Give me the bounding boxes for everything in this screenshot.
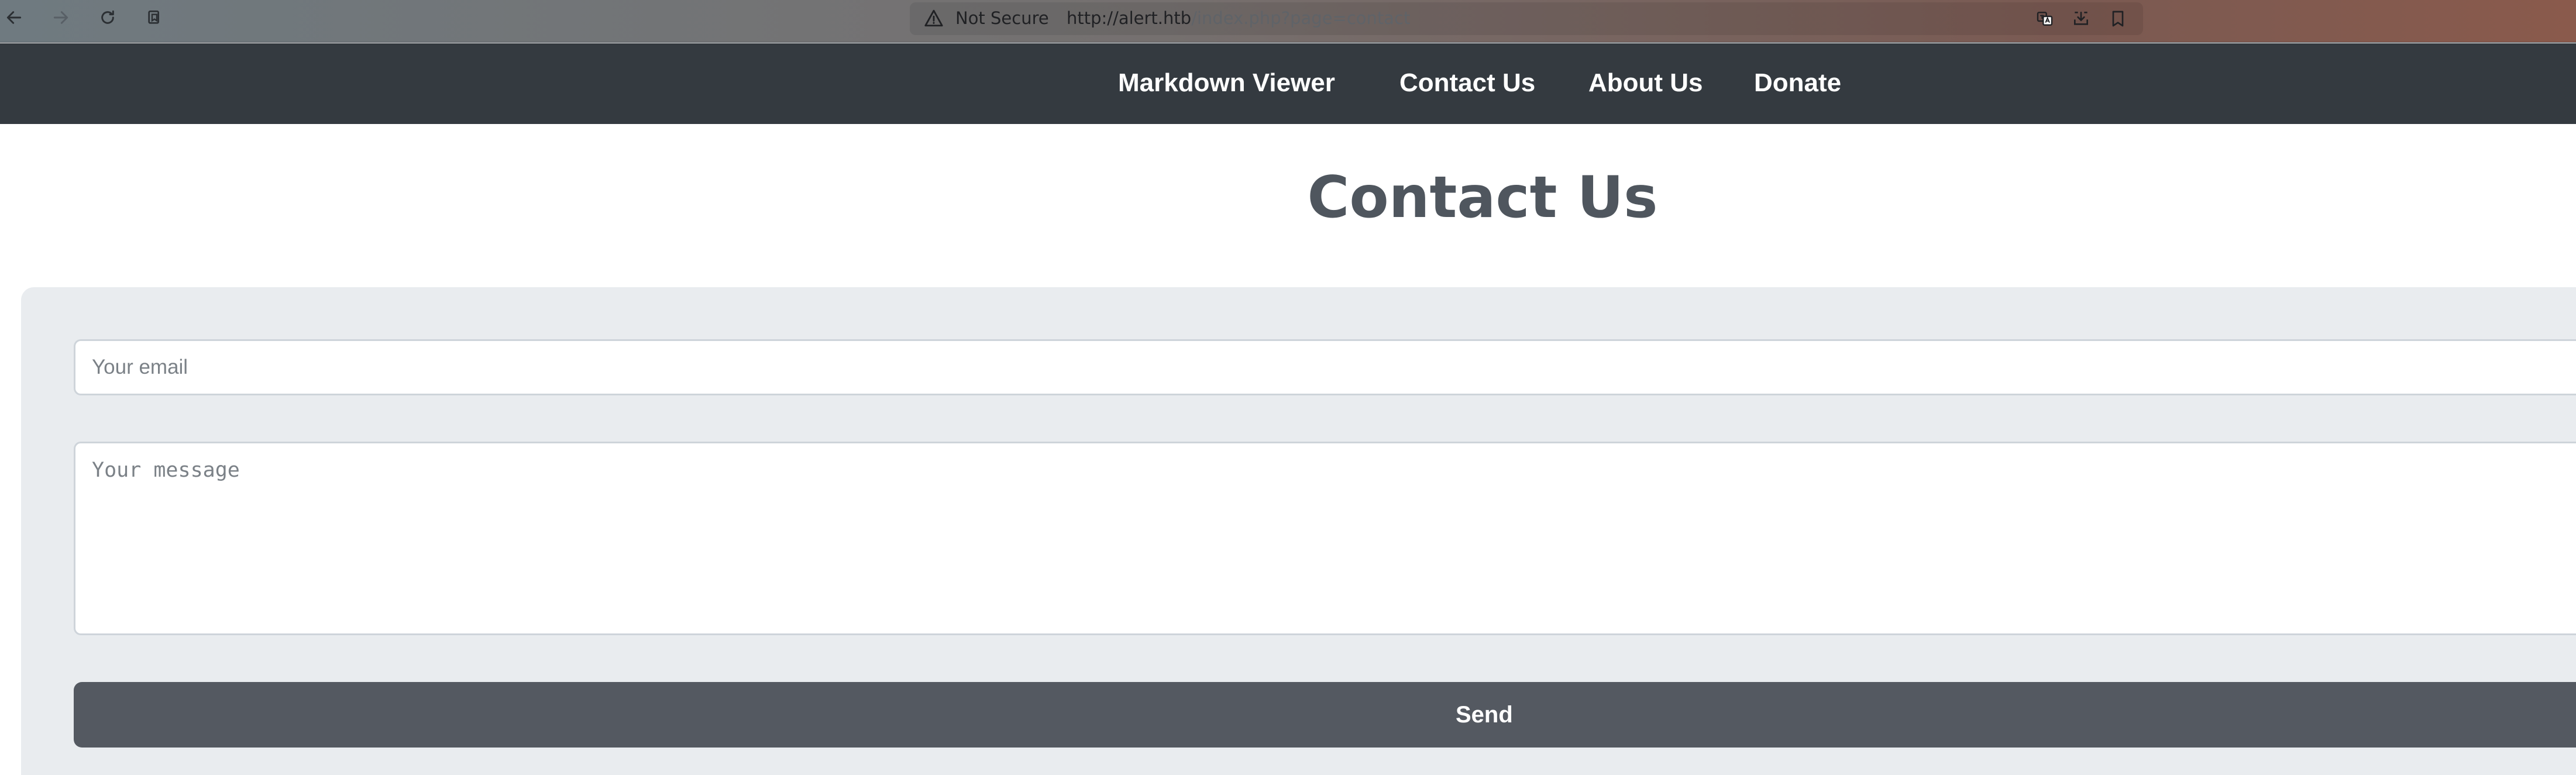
back-arrow-icon[interactable] — [1, 5, 27, 30]
security-status-label[interactable]: Not Secure — [955, 8, 1049, 29]
url-text[interactable]: http://alert.htb/index.php?page=contact — [1067, 8, 1410, 29]
install-app-icon[interactable] — [2069, 7, 2093, 30]
translate-icon[interactable] — [2033, 7, 2056, 30]
nav-link-markdown-viewer[interactable]: Markdown Viewer — [1118, 67, 1335, 99]
email-field[interactable] — [74, 339, 2576, 395]
url-host: http://alert.htb — [1067, 8, 1192, 28]
browser-toolbar: Not Secure http://alert.htb/index.php?pa… — [0, 0, 2576, 43]
nav-link-donate[interactable]: Donate — [1754, 67, 1841, 99]
reload-icon[interactable] — [95, 5, 121, 30]
forward-arrow-icon[interactable] — [48, 5, 74, 30]
message-field[interactable] — [74, 442, 2576, 635]
nav-link-contact-us[interactable]: Contact Us — [1399, 67, 1535, 99]
url-path: /index.php?page=contact — [1191, 8, 1411, 28]
site-navbar: Markdown Viewer Contact Us About Us Dona… — [0, 43, 2576, 124]
warning-icon[interactable] — [923, 8, 944, 28]
send-button[interactable]: Send — [74, 682, 2576, 748]
nav-link-about-us[interactable]: About Us — [1588, 67, 1703, 99]
bookmark-icon[interactable] — [2106, 7, 2130, 30]
page-title: Contact Us — [1307, 164, 1658, 231]
tab-search-icon[interactable] — [142, 5, 167, 30]
